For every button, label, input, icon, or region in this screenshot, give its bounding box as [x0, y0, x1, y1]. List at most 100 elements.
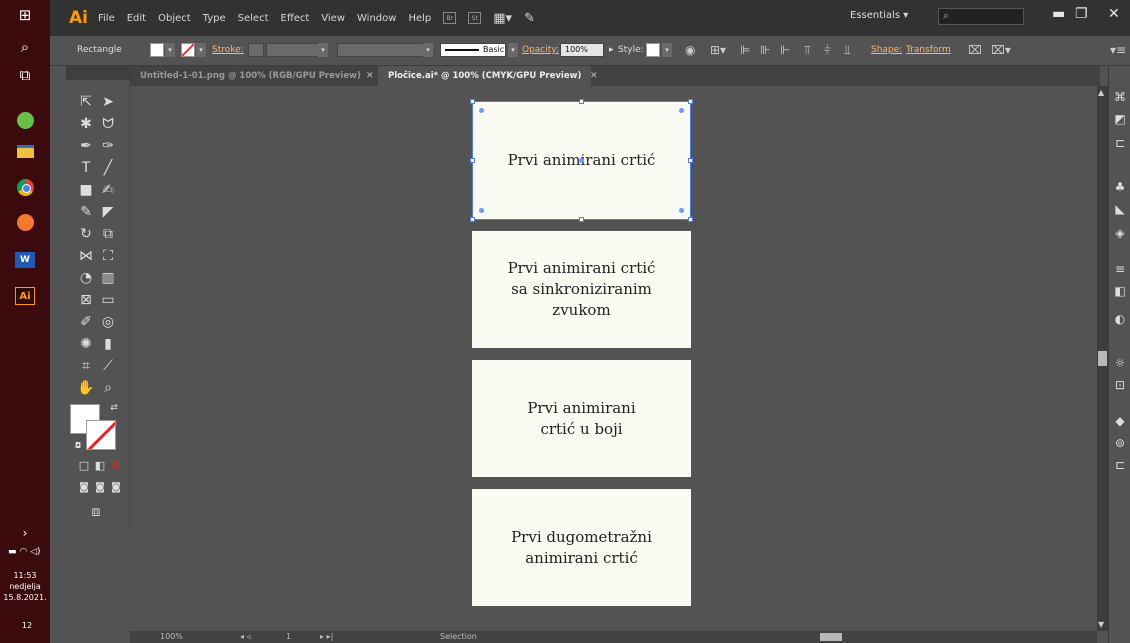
symbol-sprayer-tool-icon[interactable]: ✺: [76, 334, 96, 354]
rectangle-tile[interactable]: Prvi dugometražni animirani crtić: [472, 489, 691, 606]
resize-handle[interactable]: [579, 217, 584, 222]
transform-link[interactable]: Transform: [906, 45, 951, 55]
corner-widget[interactable]: [479, 208, 484, 213]
tab-close-icon[interactable]: ✕: [366, 66, 374, 86]
scale-tool-icon[interactable]: ⧉: [98, 224, 118, 244]
none-icon[interactable]: ⊘: [106, 456, 126, 476]
asset-export-icon[interactable]: ⊏: [1113, 458, 1127, 472]
resize-handle[interactable]: [688, 158, 693, 163]
rectangle-tool-icon[interactable]: ■: [76, 180, 96, 200]
gradient-panel-icon[interactable]: ◧: [1113, 284, 1127, 298]
menu-edit[interactable]: Edit: [127, 13, 146, 24]
zoom-value[interactable]: 100%: [160, 632, 183, 641]
transparency-icon[interactable]: ◐: [1113, 312, 1127, 326]
menu-effect[interactable]: Effect: [281, 13, 310, 24]
slice-tool-icon[interactable]: ⟋: [98, 356, 118, 376]
artboards-icon[interactable]: ⊚: [1113, 436, 1127, 450]
pen-tool-icon[interactable]: ✒: [76, 136, 96, 156]
artboard-nav-icons[interactable]: ▸ ▸|: [320, 632, 333, 641]
selected-rectangle-tile[interactable]: Prvi animirani crtić: [470, 99, 693, 222]
stock-button[interactable]: St: [468, 12, 482, 24]
align-top-icon[interactable]: ⫪: [804, 43, 811, 58]
workspace-switcher[interactable]: Essentials ▾: [850, 10, 908, 21]
current-tool-status[interactable]: Selection: [440, 632, 477, 641]
resize-handle[interactable]: [470, 158, 475, 163]
resize-handle[interactable]: [470, 99, 475, 104]
menu-view[interactable]: View: [321, 13, 345, 24]
blender-icon[interactable]: [17, 214, 34, 231]
rotate-tool-icon[interactable]: ↻: [76, 224, 96, 244]
brush-dropdown-icon[interactable]: ▾: [508, 43, 518, 57]
opacity-link[interactable]: Opacity:: [522, 45, 559, 55]
horizontal-scroll-thumb[interactable]: [820, 633, 842, 641]
illustrator-taskbar-icon[interactable]: Ai: [15, 287, 35, 305]
stroke-weight-input[interactable]: [266, 43, 326, 57]
align-bottom-icon[interactable]: ⫫: [844, 43, 851, 58]
corner-widget[interactable]: [479, 108, 484, 113]
menu-window[interactable]: Window: [357, 13, 396, 24]
artboard-number[interactable]: 1: [286, 632, 291, 641]
pencil-tool-icon[interactable]: ✎: [76, 202, 96, 222]
type-tool-icon[interactable]: T: [76, 158, 96, 178]
stroke-color-dropdown-icon[interactable]: ▾: [196, 43, 206, 57]
vertical-scrollbar[interactable]: ▲ ▼: [1097, 86, 1108, 631]
edit-contents-icon[interactable]: ⌧▾: [991, 43, 1011, 57]
layers-panel-icon[interactable]: ◩: [1113, 112, 1127, 126]
close-icon[interactable]: ✕: [1108, 6, 1120, 22]
file-explorer-icon[interactable]: [17, 145, 34, 158]
fill-dropdown-icon[interactable]: ▾: [165, 43, 175, 57]
zoom-tool-icon[interactable]: ⌕: [98, 378, 118, 398]
column-graph-tool-icon[interactable]: ▮: [98, 334, 118, 354]
free-transform-tool-icon[interactable]: ⛶: [98, 246, 118, 266]
canvas[interactable]: Prvi animirani crtić Prvi animirani crti…: [130, 86, 1097, 631]
graphic-styles-icon[interactable]: ⊡: [1113, 378, 1127, 392]
change-screen-mode-icon[interactable]: ⧈: [86, 502, 106, 522]
shape-builder-tool-icon[interactable]: ◔: [76, 268, 96, 288]
recolor-artwork-icon[interactable]: ◉: [685, 43, 695, 57]
corner-widget[interactable]: [679, 108, 684, 113]
fill-swatch[interactable]: [150, 43, 164, 57]
word-icon[interactable]: W: [15, 252, 35, 268]
blend-tool-icon[interactable]: ◎: [98, 312, 118, 332]
graphic-style-swatch[interactable]: [646, 43, 660, 57]
resize-handle[interactable]: [579, 99, 584, 104]
search-icon[interactable]: ⌕: [9, 34, 41, 60]
curvature-tool-icon[interactable]: ✑: [98, 136, 118, 156]
help-search-input[interactable]: ⌕: [938, 8, 1024, 25]
variable-width-profile[interactable]: [337, 43, 431, 57]
tab-close-icon[interactable]: ✕: [590, 66, 598, 86]
swatches-icon[interactable]: ♣: [1113, 180, 1127, 194]
opacity-input[interactable]: 100%: [560, 43, 604, 57]
menu-object[interactable]: Object: [158, 13, 191, 24]
width-tool-icon[interactable]: ⋈: [76, 246, 96, 266]
scroll-down-icon[interactable]: ▼: [1098, 620, 1104, 629]
rotate-view-value[interactable]: ◂ ◃: [240, 632, 251, 641]
brush-definition[interactable]: Basic: [440, 43, 506, 57]
appearance-icon[interactable]: ☼: [1113, 356, 1127, 370]
align-to-icon[interactable]: ⊞▾: [710, 43, 726, 57]
hand-tool-icon[interactable]: ✋: [76, 378, 96, 398]
stroke-weight-dropdown-icon[interactable]: ▾: [318, 43, 328, 57]
direct-selection-tool-icon[interactable]: ➤: [98, 92, 118, 112]
selection-tool-icon[interactable]: ⇱: [76, 92, 96, 112]
resize-handle[interactable]: [688, 99, 693, 104]
resize-handle[interactable]: [688, 217, 693, 222]
line-segment-tool-icon[interactable]: ╱: [98, 158, 118, 178]
chevron-up-icon[interactable]: ›: [9, 520, 41, 546]
align-center-icon[interactable]: ⊪: [760, 43, 770, 57]
menu-select[interactable]: Select: [238, 13, 269, 24]
utorrent-icon[interactable]: [17, 112, 34, 129]
layers-icon[interactable]: ◆: [1113, 414, 1127, 428]
eyedropper-tool-icon[interactable]: ✐: [76, 312, 96, 332]
stroke-swatch[interactable]: [181, 43, 195, 57]
swap-fill-stroke-icon[interactable]: ⇄: [104, 398, 124, 418]
stroke-color-box[interactable]: [86, 420, 116, 450]
stroke-panel-icon[interactable]: ≡: [1113, 262, 1127, 276]
menu-file[interactable]: File: [98, 13, 115, 24]
stroke-weight-stepper[interactable]: [248, 43, 264, 57]
vertical-scroll-thumb[interactable]: [1098, 351, 1107, 366]
tab-plocice-ai[interactable]: Pločice.ai* @ 100% (CMYK/GPU Preview): [378, 66, 592, 86]
shape-link[interactable]: Shape:: [871, 45, 902, 55]
draw-inside-icon[interactable]: ◙: [106, 478, 126, 498]
properties-icon[interactable]: ⌘: [1113, 90, 1127, 104]
